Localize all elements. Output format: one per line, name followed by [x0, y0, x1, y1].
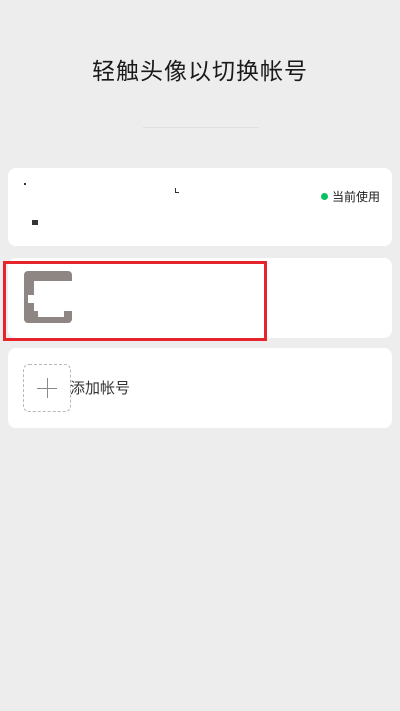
add-account-card[interactable]: 添加帐号	[8, 348, 392, 428]
redacted-mark	[32, 220, 38, 225]
page-title: 轻触头像以切换帐号	[92, 59, 308, 85]
plus-icon[interactable]	[23, 364, 71, 412]
status-dot-icon	[320, 193, 328, 200]
current-status-label: 当前使用	[331, 190, 380, 204]
current-status: 当前使用	[320, 188, 380, 205]
title-divider	[143, 127, 259, 128]
redacted-mark	[175, 192, 179, 193]
highlight-box	[3, 261, 267, 341]
account-card-current[interactable]: 当前使用	[8, 168, 392, 246]
redacted-mark	[24, 183, 26, 185]
add-account-label: 添加帐号	[70, 379, 131, 397]
